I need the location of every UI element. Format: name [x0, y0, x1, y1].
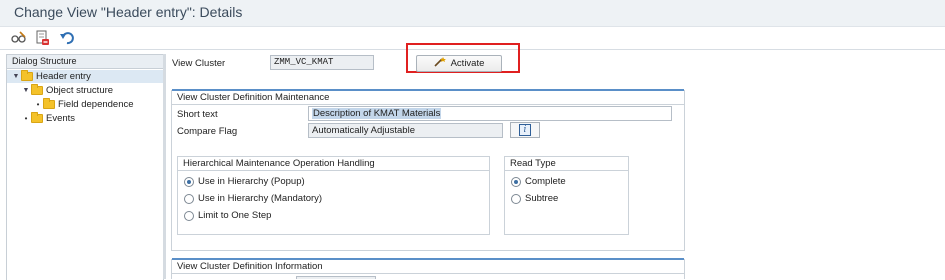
info-icon: i	[519, 124, 531, 136]
bullet-icon: •	[24, 114, 28, 123]
expand-down-icon[interactable]: ▼	[11, 73, 21, 80]
radio-button[interactable]	[184, 210, 194, 221]
tree-item-events[interactable]: • Events	[21, 112, 75, 125]
tree-item-field-dependence[interactable]: • Field dependence	[33, 98, 134, 111]
dialog-structure-panel: Dialog Structure ▼ Header entry ▼ Object…	[6, 54, 164, 280]
view-cluster-field[interactable]: ZMM_VC_KMAT	[270, 55, 374, 70]
compare-flag-field[interactable]: Automatically Adjustable	[308, 123, 503, 138]
folder-icon	[21, 70, 33, 81]
tree-item-object-structure[interactable]: ▼ Object structure	[21, 84, 113, 97]
short-text-value: Description of KMAT Materials	[312, 108, 442, 119]
radio-complete[interactable]: Complete	[511, 176, 566, 187]
info-button[interactable]: i	[510, 122, 540, 138]
expand-down-icon[interactable]: ▼	[21, 87, 31, 94]
radio-button[interactable]	[184, 193, 194, 204]
glasses-pencil-icon	[11, 31, 27, 45]
display-change-button[interactable]	[10, 29, 28, 47]
folder-icon	[31, 84, 43, 95]
definition-maintenance-title: View Cluster Definition Maintenance	[172, 91, 684, 105]
tree-item-label: Object structure	[46, 85, 114, 96]
read-type-title: Read Type	[505, 157, 628, 171]
activate-label: Activate	[450, 58, 485, 69]
bullet-icon: •	[36, 100, 40, 109]
folder-icon	[31, 112, 43, 123]
view-cluster-label: View Cluster	[172, 58, 226, 69]
radio-button[interactable]	[511, 193, 521, 204]
undo-button[interactable]	[58, 29, 76, 47]
radio-subtree[interactable]: Subtree	[511, 193, 558, 204]
dialog-structure-title: Dialog Structure	[12, 56, 77, 66]
definition-information-title: View Cluster Definition Information	[172, 260, 684, 274]
radio-button-checked[interactable]	[511, 176, 521, 187]
radio-use-in-hierarchy-mandatory[interactable]: Use in Hierarchy (Mandatory)	[184, 193, 322, 204]
delete-button[interactable]	[34, 29, 52, 47]
radio-button-checked[interactable]	[184, 176, 194, 187]
tree-item-label: Header entry	[36, 71, 91, 82]
radio-label: Limit to One Step	[198, 210, 272, 221]
radio-label: Subtree	[525, 193, 559, 204]
dialog-structure-header: Dialog Structure	[7, 55, 163, 69]
short-text-label: Short text	[177, 109, 218, 120]
radio-use-in-hierarchy-popup[interactable]: Use in Hierarchy (Popup)	[184, 176, 305, 187]
radio-limit-to-one-step[interactable]: Limit to One Step	[184, 210, 271, 221]
radio-label: Use in Hierarchy (Mandatory)	[198, 193, 323, 204]
tree-item-label: Field dependence	[58, 99, 134, 110]
compare-flag-label: Compare Flag	[177, 126, 238, 137]
delete-icon	[36, 30, 50, 46]
title-bar: Change View "Header entry": Details	[0, 0, 945, 27]
magic-wand-icon	[434, 57, 446, 70]
undo-icon	[59, 31, 75, 45]
radio-label: Complete	[525, 176, 566, 187]
tree-item-header-entry[interactable]: ▼ Header entry	[7, 70, 163, 83]
activate-button[interactable]: Activate	[416, 55, 502, 72]
hierarchy-group-title: Hierarchical Maintenance Operation Handl…	[178, 157, 489, 171]
page-title: Change View "Header entry": Details	[14, 4, 243, 20]
tree-item-label: Events	[46, 113, 76, 124]
definition-information-group: View Cluster Definition Information	[171, 258, 685, 279]
folder-icon	[43, 98, 55, 109]
radio-label: Use in Hierarchy (Popup)	[198, 176, 305, 187]
short-text-input[interactable]: Description of KMAT Materials	[308, 106, 672, 121]
